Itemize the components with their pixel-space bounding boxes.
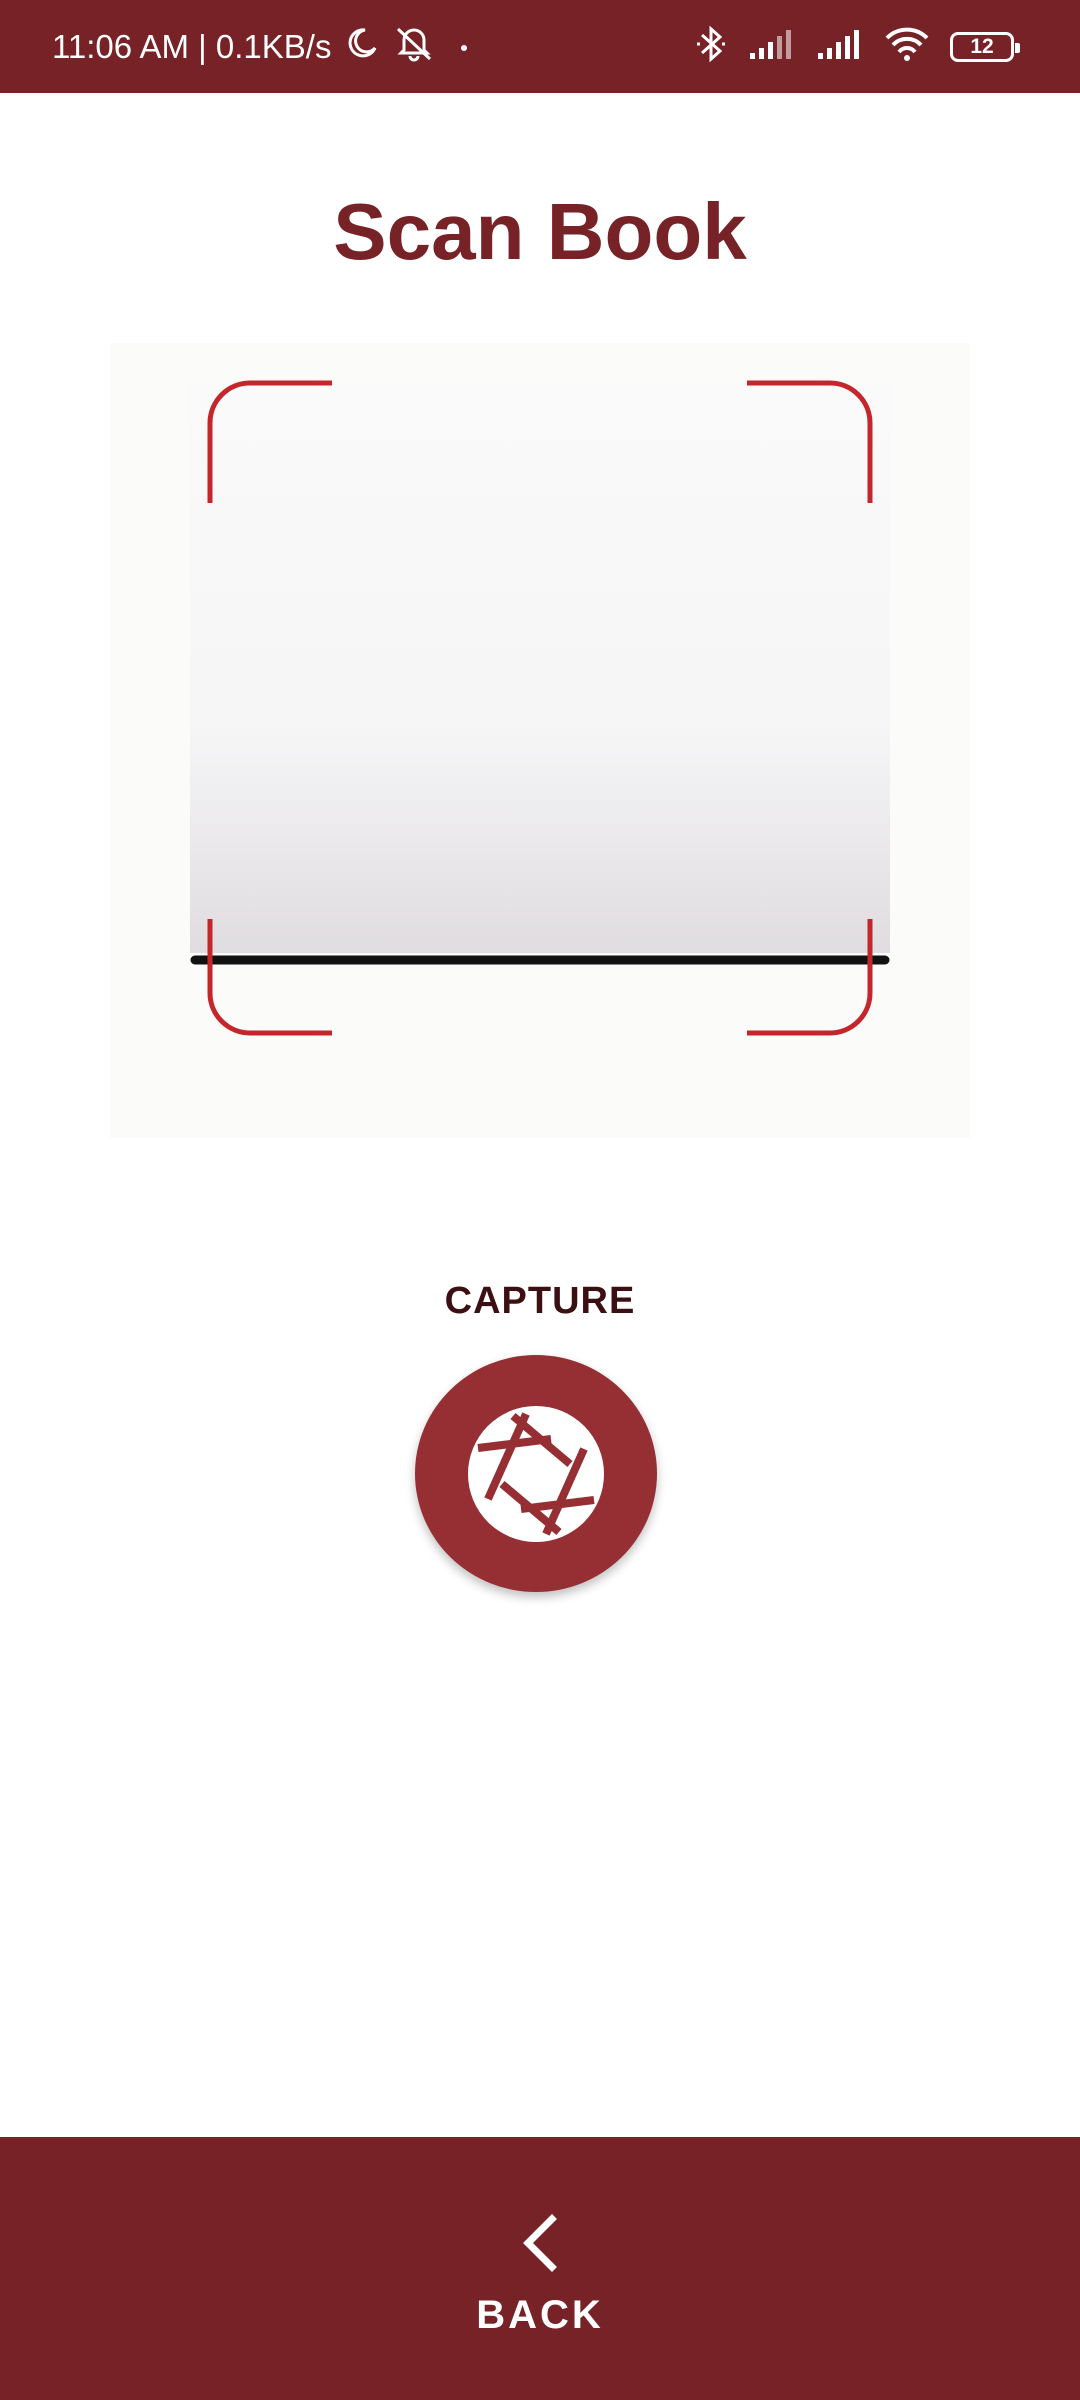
moon-icon xyxy=(345,26,379,68)
page-shadow xyxy=(190,383,890,953)
status-right: 12 xyxy=(694,0,1020,93)
mute-notifications-icon xyxy=(393,24,435,70)
page-title: Scan Book xyxy=(333,187,747,276)
wifi-icon xyxy=(884,26,930,67)
battery-level: 12 xyxy=(970,34,994,58)
chevron-left-icon xyxy=(523,2214,557,2272)
screen: 11:06 AM | 0.1KB/s 12 Scan Book CAPTURE … xyxy=(0,0,1080,2400)
status-time-speed: 11:06 AM | 0.1KB/s xyxy=(52,27,332,65)
scan-frame-icon xyxy=(190,380,890,1036)
signal-icon xyxy=(748,27,796,66)
status-bar: 11:06 AM | 0.1KB/s 12 xyxy=(0,0,1080,93)
back-button[interactable]: BACK xyxy=(440,2195,640,2345)
dot-icon xyxy=(449,28,479,66)
signal-icon xyxy=(816,27,864,66)
capture-label: CAPTURE xyxy=(444,1280,636,1322)
camera-shutter-icon xyxy=(468,1405,604,1542)
bluetooth-icon xyxy=(694,25,728,68)
capture-button[interactable] xyxy=(415,1355,657,1592)
status-left: 11:06 AM | 0.1KB/s xyxy=(52,0,479,93)
battery-icon: 12 xyxy=(950,31,1020,62)
back-label: BACK xyxy=(476,2293,604,2337)
scanner-frame xyxy=(110,343,970,1138)
